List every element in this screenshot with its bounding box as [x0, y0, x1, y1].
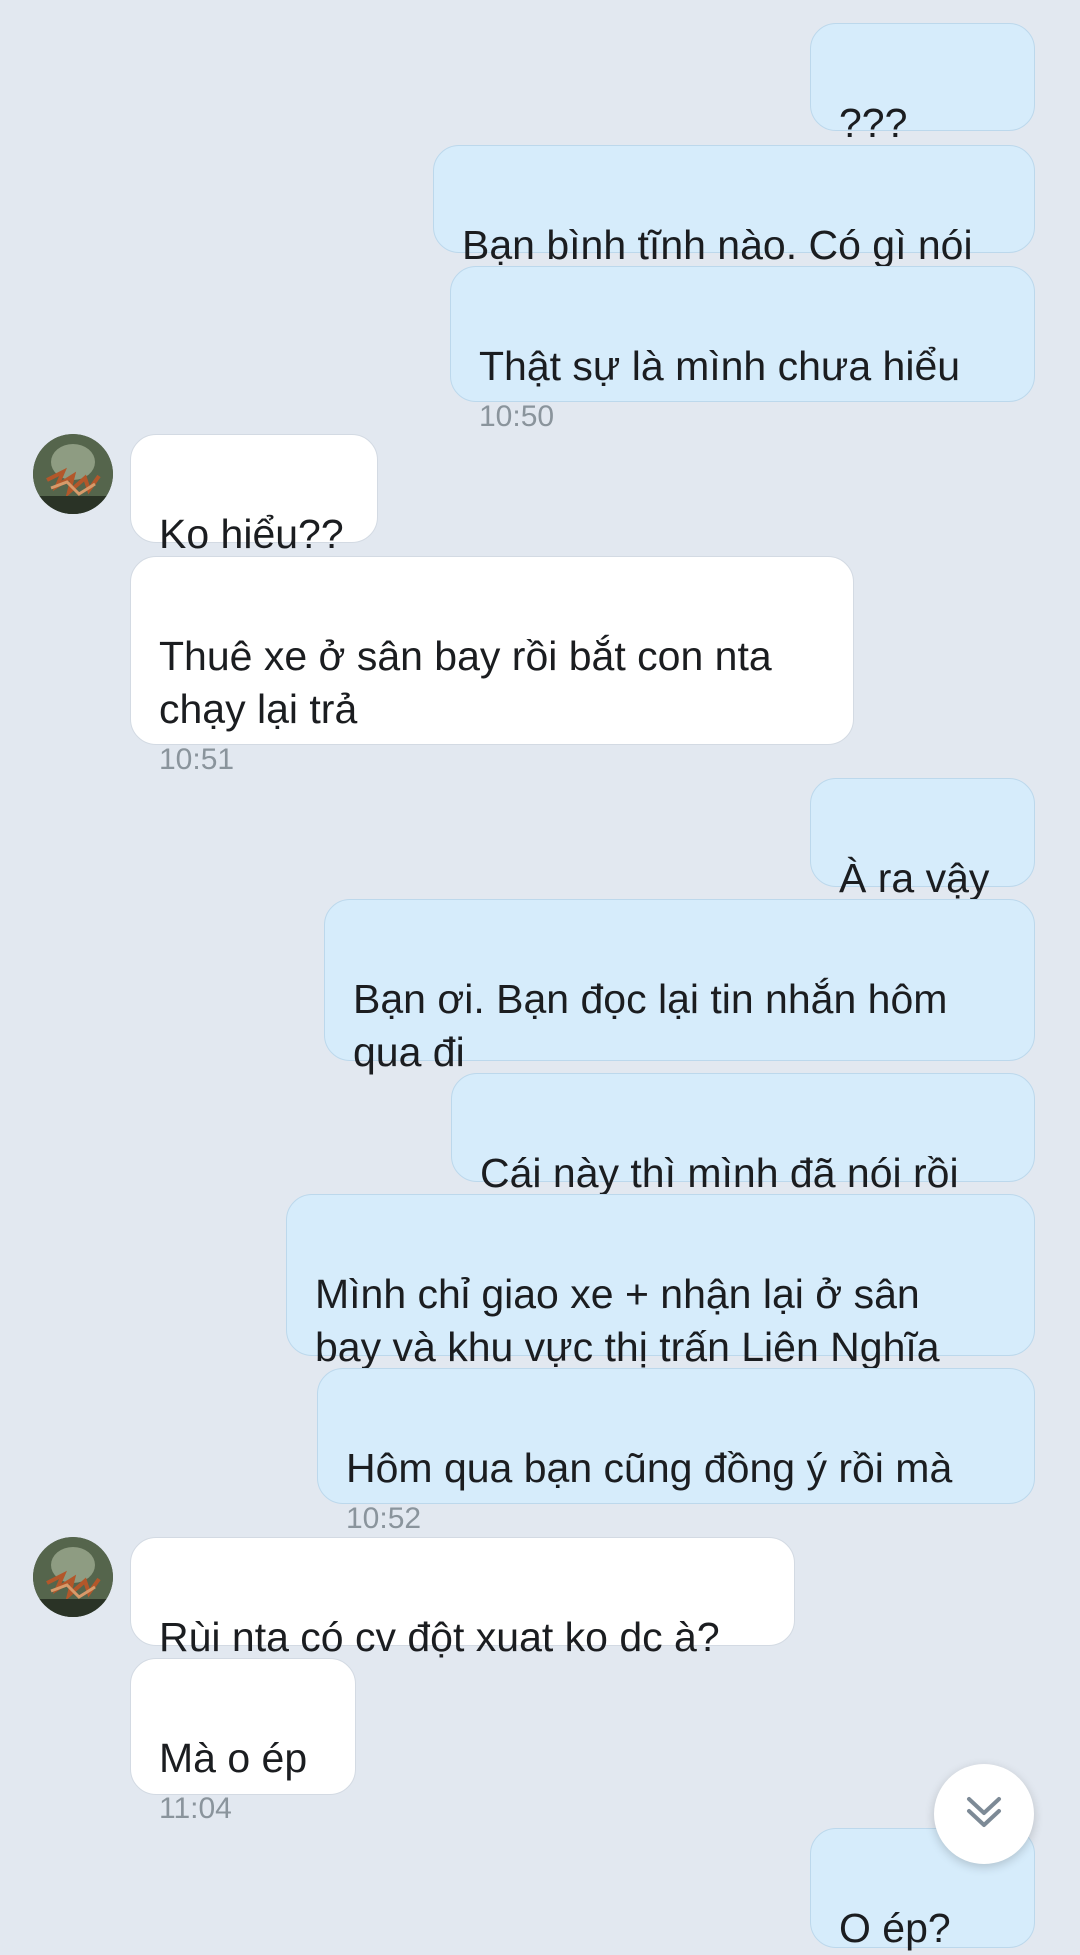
message-text: Thật sự là mình chưa hiểu — [479, 343, 961, 389]
message-bubble-outgoing[interactable]: Bạn ơi. Bạn đọc lại tin nhắn hôm qua đi — [324, 899, 1035, 1075]
message-bubble-outgoing[interactable]: ??? — [810, 23, 1035, 146]
message-bubble-incoming[interactable]: Thuê xe ở sân bay rồi bắt con nta chạy l… — [130, 556, 854, 776]
message-text: Hôm qua bạn cũng đồng ý rồi mà — [346, 1445, 953, 1491]
message-bubble-outgoing[interactable]: Mình chỉ giao xe + nhận lại ở sân bay và… — [286, 1194, 1035, 1370]
message-bubble-outgoing[interactable]: Thật sự là mình chưa hiểu 10:50 — [450, 266, 1035, 433]
message-text: À ra vậy — [839, 855, 990, 901]
message-text: Bạn bình tĩnh nào. Có gì nói — [462, 222, 973, 268]
message-text: Mình chỉ giao xe + nhận lại ở sân bay và… — [315, 1271, 940, 1370]
message-bubble-outgoing[interactable]: Bạn bình tĩnh nào. Có gì nói — [433, 145, 1035, 268]
message-timestamp: 10:50 — [479, 400, 555, 433]
message-text: Bạn ơi. Bạn đọc lại tin nhắn hôm qua đi — [353, 976, 948, 1075]
scroll-to-bottom-button[interactable] — [934, 1764, 1034, 1864]
message-text: ??? — [839, 100, 908, 146]
message-bubble-incoming[interactable]: Mà o ép 11:04 — [130, 1658, 356, 1825]
message-text: Rùi nta có cv đột xuat ko dc à? — [159, 1614, 720, 1660]
double-chevron-down-icon — [961, 1789, 1007, 1840]
message-bubble-incoming[interactable]: Ko hiểu?? — [130, 434, 378, 557]
message-bubble-outgoing[interactable]: Cái này thì mình đã nói rồi — [451, 1073, 1035, 1196]
message-text: O ép? — [839, 1905, 951, 1951]
message-text: Thuê xe ở sân bay rồi bắt con nta chạy l… — [159, 633, 772, 732]
message-bubble-outgoing[interactable]: Hôm qua bạn cũng đồng ý rồi mà 10:52 — [317, 1368, 1035, 1535]
message-timestamp: 10:51 — [159, 743, 235, 776]
contact-avatar[interactable] — [33, 1537, 113, 1617]
message-text: Mà o ép — [159, 1735, 308, 1781]
message-bubble-outgoing[interactable]: À ra vậy — [810, 778, 1035, 901]
message-text: Ko hiểu?? — [159, 511, 344, 557]
chat-message-list[interactable]: ??? Bạn bình tĩnh nào. Có gì nói Thật sự… — [0, 0, 1080, 1951]
message-text: Cái này thì mình đã nói rồi — [480, 1150, 959, 1196]
message-timestamp: 10:52 — [346, 1502, 422, 1535]
contact-avatar[interactable] — [33, 434, 113, 514]
message-timestamp: 11:04 — [159, 1792, 232, 1825]
message-bubble-incoming[interactable]: Rùi nta có cv đột xuat ko dc à? — [130, 1537, 795, 1660]
